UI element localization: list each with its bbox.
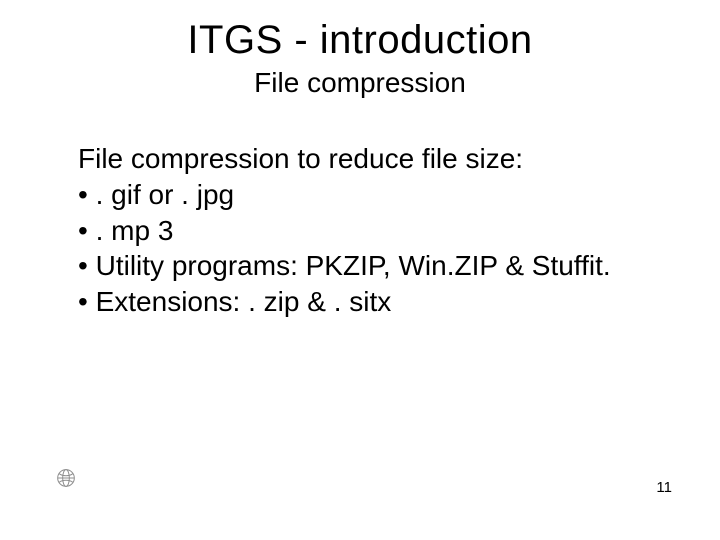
bullet-text: . mp 3 xyxy=(96,215,174,246)
bullet-item: • Extensions: . zip & . sitx xyxy=(78,284,650,320)
bullet-text: Extensions: . zip & . sitx xyxy=(96,286,392,317)
slide-title: ITGS - introduction xyxy=(0,18,720,63)
page-number: 11 xyxy=(656,479,672,496)
slide: ITGS - introduction File compression Fil… xyxy=(0,0,720,540)
slide-body: File compression to reduce file size: • … xyxy=(0,141,720,320)
bullet-text: . gif or . jpg xyxy=(96,179,235,210)
slide-subtitle: File compression xyxy=(0,67,720,99)
bullet-text: Utility programs: PKZIP, Win.ZIP & Stuff… xyxy=(96,250,611,281)
bullet-item: • Utility programs: PKZIP, Win.ZIP & Stu… xyxy=(78,248,650,284)
body-heading: File compression to reduce file size: xyxy=(78,141,650,177)
bullet-item: • . mp 3 xyxy=(78,213,650,249)
globe-icon xyxy=(56,468,76,488)
bullet-item: • . gif or . jpg xyxy=(78,177,650,213)
